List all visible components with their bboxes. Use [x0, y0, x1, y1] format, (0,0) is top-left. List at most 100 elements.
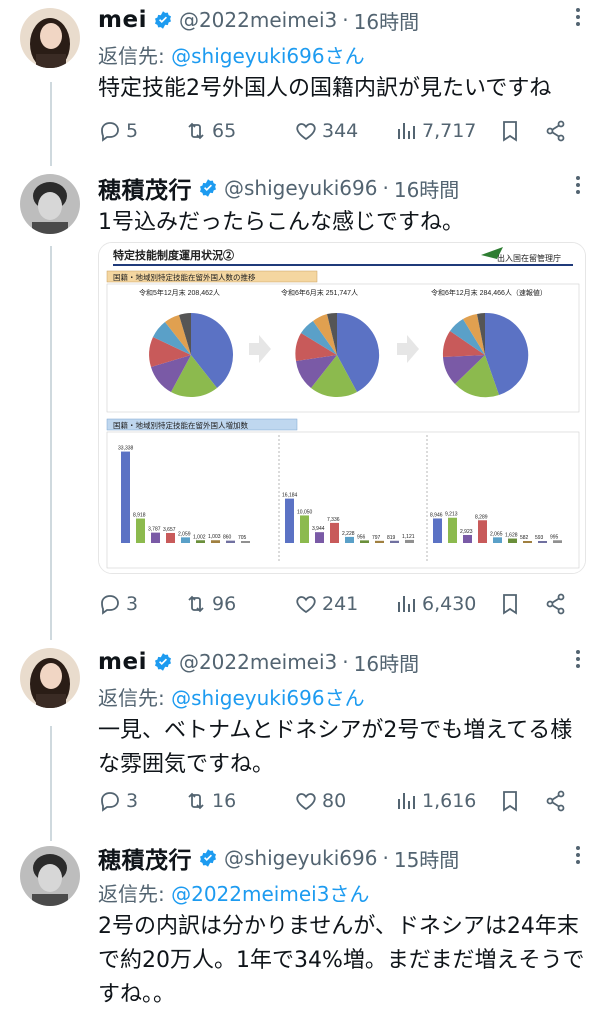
reply-count: 5	[126, 120, 139, 142]
display-name[interactable]: 穂積茂行	[98, 171, 192, 205]
more-options-icon[interactable]	[566, 846, 590, 864]
reply-icon	[101, 122, 119, 142]
bar-value-label: 3,657	[163, 527, 176, 533]
action-bar: 3 96 241 6,430	[98, 589, 578, 619]
tweet-4[interactable]: 穂積茂行 @shigeyuki696 · 15時間 返信先: @2022meim…	[0, 838, 604, 1024]
retweet-button[interactable]: 65	[184, 119, 294, 143]
bar-value-label: 860	[223, 535, 232, 541]
tweet-text: 特定技能2号外国人の国籍内訳が見たいですね	[98, 76, 552, 101]
display-name[interactable]: 穂積茂行	[98, 841, 192, 875]
pie-chart-2	[295, 312, 380, 398]
bar-value-label: 9,213	[445, 512, 458, 518]
timestamp[interactable]: 16時間	[394, 174, 459, 203]
bar-value-label: 582	[520, 535, 529, 541]
username[interactable]: @2022meimei3	[179, 650, 337, 674]
share-button[interactable]	[544, 789, 574, 813]
avatar[interactable]	[20, 846, 80, 906]
bar	[300, 515, 309, 543]
avatar[interactable]	[20, 8, 80, 68]
bar	[405, 539, 414, 543]
reply-mention-link[interactable]: @shigeyuki696さん	[171, 44, 364, 68]
share-button[interactable]	[544, 592, 574, 616]
tweet-text: 1号込みだったらこんな感じですね。	[98, 210, 464, 235]
view-count: 1,616	[422, 790, 477, 812]
like-button[interactable]: 241	[294, 592, 394, 616]
reply-button[interactable]: 3	[98, 592, 184, 616]
bar	[121, 451, 130, 543]
bar	[330, 522, 339, 543]
bar-value-label: 797	[372, 535, 381, 541]
more-options-icon[interactable]	[566, 650, 590, 668]
like-button[interactable]: 344	[294, 119, 394, 143]
bar-value-label: 819	[387, 535, 396, 541]
bar-value-label: 1,003	[208, 534, 221, 540]
reply-mention-link[interactable]: @shigeyuki696さん	[171, 686, 364, 710]
like-count: 344	[322, 120, 359, 142]
views-button[interactable]: 1,616	[394, 789, 498, 813]
section1-title: 国籍・地域別特定技能在留外国人数の推移	[113, 272, 256, 282]
separator-dot: ·	[342, 650, 349, 674]
bar	[211, 540, 220, 543]
reply-prefix: 返信先:	[98, 44, 172, 68]
bar-value-label: 1,121	[402, 534, 415, 540]
timestamp[interactable]: 16時間	[354, 648, 419, 677]
bar	[151, 532, 160, 543]
username[interactable]: @2022meimei3	[179, 8, 337, 32]
bookmark-icon	[503, 594, 517, 615]
bar-value-label: 7,336	[327, 517, 340, 523]
bar-value-label: 1,628	[505, 533, 518, 539]
bar	[181, 537, 190, 543]
tweet-media-image[interactable]: 特定技能制度運用状況② 出入国在留管理庁 国籍・地域別特定技能在留外国人数の推移…	[98, 242, 586, 574]
reply-context: 返信先: @shigeyuki696さん	[98, 40, 590, 70]
bookmark-button[interactable]	[498, 119, 544, 143]
agency-name: 出入国在留管理庁	[497, 253, 561, 263]
reply-icon	[101, 595, 119, 615]
bar-value-label: 705	[238, 535, 247, 541]
display-name[interactable]: mei	[98, 649, 147, 675]
bar-value-label: 8,289	[475, 514, 488, 520]
bar	[241, 541, 250, 543]
verified-badge-icon	[200, 849, 216, 867]
views-button[interactable]: 7,717	[394, 119, 498, 143]
retweet-button[interactable]: 16	[184, 789, 294, 813]
bar-value-label: 2,065	[490, 531, 503, 537]
more-options-icon[interactable]	[566, 8, 590, 26]
like-count: 241	[322, 593, 359, 615]
bar	[390, 540, 399, 543]
retweet-count: 65	[212, 120, 237, 142]
bookmark-button[interactable]	[498, 789, 544, 813]
username[interactable]: @shigeyuki696	[224, 846, 377, 870]
analytics-icon	[398, 793, 415, 809]
views-button[interactable]: 6,430	[394, 592, 498, 616]
timestamp[interactable]: 15時間	[394, 844, 459, 873]
bar	[508, 538, 517, 543]
bar-value-label: 8,918	[133, 513, 146, 519]
more-options-icon[interactable]	[566, 176, 590, 194]
bar	[226, 540, 235, 543]
pie-label-3: 令和6年12月末 284,466人（速報値）	[431, 288, 547, 297]
bar	[375, 540, 384, 543]
username[interactable]: @shigeyuki696	[224, 176, 377, 200]
heart-icon	[296, 596, 316, 614]
pie-chart-3	[442, 312, 529, 398]
bar	[136, 518, 145, 543]
timestamp[interactable]: 16時間	[354, 6, 419, 35]
retweet-button[interactable]: 96	[184, 592, 294, 616]
bookmark-button[interactable]	[498, 592, 544, 616]
bar-value-label: 8,946	[430, 512, 443, 518]
avatar[interactable]	[20, 174, 80, 234]
reply-button[interactable]: 3	[98, 789, 184, 813]
tweet-1[interactable]: mei @2022meimei3 · 16時間 返信先: @shigeyuki6…	[0, 0, 604, 160]
like-button[interactable]: 80	[294, 789, 394, 813]
avatar[interactable]	[20, 648, 80, 708]
reply-icon	[101, 792, 119, 812]
reply-count: 3	[126, 593, 139, 615]
tweet-3[interactable]: mei @2022meimei3 · 16時間 返信先: @shigeyuki6…	[0, 642, 604, 822]
bar-value-label: 33,338	[118, 446, 134, 452]
share-button[interactable]	[544, 119, 574, 143]
retweet-count: 16	[212, 790, 237, 812]
reply-button[interactable]: 5	[98, 119, 184, 143]
display-name[interactable]: mei	[98, 7, 147, 33]
reply-mention-link[interactable]: @2022meimei3さん	[171, 882, 369, 906]
bar	[493, 537, 502, 543]
